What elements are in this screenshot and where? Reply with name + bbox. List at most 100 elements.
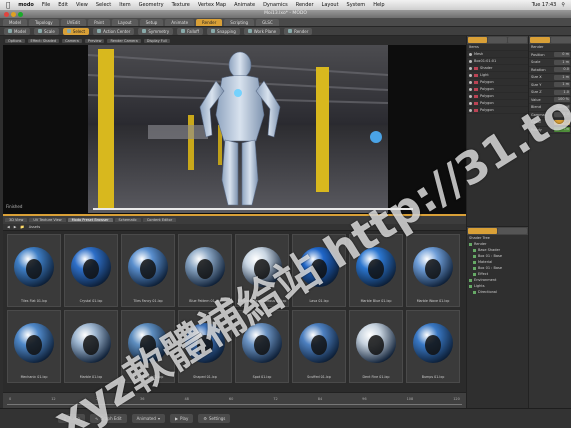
list-item[interactable]: Light [467,72,528,79]
list-item[interactable]: Polygon [467,107,528,114]
preset-tile[interactable]: Crystal 01.lxp [64,234,118,307]
menu-layout[interactable]: Layout [322,2,339,8]
property-field[interactable]: 0 m [554,52,570,58]
layout-tab-topology[interactable]: Topology [29,18,59,26]
preset-tile[interactable]: Tiles Flat 01.lxp [7,234,61,307]
shader-tree-tab[interactable] [468,228,497,234]
property-field[interactable]: 1 m [554,59,570,65]
property-dropdown[interactable]: Normal [554,104,570,110]
timeline[interactable]: 0 12 24 36 48 60 72 84 96 108 120 [3,392,466,408]
zoom-icon[interactable] [18,11,23,17]
menu-animate[interactable]: Animate [234,2,255,8]
toolbar-symmetry-button[interactable]: Symmetry [138,27,174,35]
eye-icon[interactable] [469,101,472,105]
menu-help[interactable]: Help [373,2,384,8]
toolbar-falloff-button[interactable]: Falloff [177,27,203,35]
tab-uv-texture-view[interactable]: UV Texture View [29,218,66,222]
visibility-icon[interactable] [473,248,476,252]
list-item[interactable]: Shader [467,65,528,72]
eye-icon[interactable] [469,108,472,112]
preset-tile[interactable]: Bumps 01.lxp [406,310,460,383]
visibility-icon[interactable] [473,290,476,294]
forward-icon[interactable]: ▶ [14,225,17,229]
layout-tab-setup[interactable]: Setup [139,18,164,26]
preset-tile[interactable]: Scuffed 01.lxp [292,310,346,383]
visibility-icon[interactable] [473,260,476,264]
preset-tile[interactable]: Shaped 01.lxp [178,310,232,383]
layout-tab-animate[interactable]: Animate [165,18,195,26]
viewport-preview-button[interactable]: Preview [84,38,105,43]
groups-tab[interactable] [488,37,507,43]
back-icon[interactable]: ◀ [7,225,10,229]
list-item[interactable]: Polygon [467,93,528,100]
visibility-icon[interactable] [473,272,476,276]
render-viewport[interactable]: Options Effect: Shaded Camera Preview Re… [3,36,466,216]
preset-tile[interactable]: Mechanic 01.lxp [7,310,61,383]
preset-tile[interactable]: Blue Pattern 01.lxp [178,234,232,307]
menu-select[interactable]: Select [96,2,111,8]
eye-icon[interactable] [469,87,472,91]
menu-dynamics[interactable]: Dynamics [263,2,288,8]
timeline-track[interactable] [7,404,462,405]
minimize-icon[interactable] [11,11,16,17]
play-button[interactable]: ▶ Play [169,414,194,423]
eye-icon[interactable] [469,94,472,98]
settings-button[interactable]: ⚙ Settings [198,414,231,423]
layout-tab-render[interactable]: Render [196,18,223,26]
preset-tile[interactable]: Marble Heterogeneous 01.lxp [235,234,289,307]
property-field[interactable]: 0.0 [554,67,570,73]
property-field[interactable]: 1.0 [554,112,570,118]
viewport-display-full[interactable]: Display Full [143,38,170,43]
layout-tab-scripting[interactable]: Scripting [224,18,255,26]
toolbar-snapping-button[interactable]: Snapping [206,27,240,35]
visibility-icon[interactable] [473,266,476,270]
layout-tab-glsc[interactable]: GLSC [256,18,279,26]
menu-edit[interactable]: Edit [58,2,68,8]
viewport-camera-button[interactable]: Camera [62,38,82,43]
browser-path[interactable]: Assets [29,225,40,229]
list-item[interactable]: Box01:01:01 [467,58,528,65]
preset-tile[interactable]: Tiles Fancy 01.lxp [121,234,175,307]
preset-tile[interactable]: Spot 01.lxp [235,310,289,383]
viewport-render-camera[interactable]: Render Camera [107,38,141,43]
viewport-effect-dropdown[interactable]: Effect: Shaded [27,38,60,43]
layout-tab-model[interactable]: Model [3,18,28,26]
preset-tile[interactable]: Marble 01.lxp [64,310,118,383]
layout-tab-layout[interactable]: Layout [112,18,138,26]
menu-item[interactable]: Item [119,2,130,8]
channels-tab[interactable] [551,37,571,43]
preset-tile[interactable]: Rusty Metal 01.lxp [121,310,175,383]
eye-icon[interactable] [469,52,472,56]
tab-preset-browser[interactable]: Modo Preset Browser [67,218,113,222]
list-item[interactable]: Polygon [467,86,528,93]
preset-tile[interactable]: Dent Fine 01.lxp [349,310,403,383]
layout-tab-paint[interactable]: Paint [88,18,111,26]
toolbar-scale-button[interactable]: Scale [34,27,59,35]
eye-icon[interactable] [469,80,472,84]
eye-icon[interactable] [469,59,472,63]
toolbar-model-button[interactable]: Model [4,27,31,35]
app-menu[interactable]: modo [18,2,34,8]
audio-button[interactable]: ♫ Audio [58,414,85,423]
eye-icon[interactable] [469,73,472,77]
list-item[interactable]: Polygon [467,79,528,86]
shader-tree-item[interactable]: Directional [467,289,528,295]
tab-3d-view[interactable]: 3D View [5,218,28,222]
preset-tile[interactable]: Marble Blue 01.lxp [349,234,403,307]
menu-texture[interactable]: Texture [172,2,190,8]
tab-content-editor[interactable]: Content Editor [142,218,177,222]
property-field[interactable]: 1.0 [554,89,570,95]
close-icon[interactable] [4,11,9,17]
visibility-icon[interactable] [469,284,472,288]
menu-system[interactable]: System [347,2,366,8]
preset-tile[interactable]: Marble Wave 01.lxp [406,234,460,307]
layout-tab-uvedit[interactable]: UVEdit [60,18,87,26]
menu-file[interactable]: File [42,2,50,8]
menu-vertex-map[interactable]: Vertex Map [198,2,226,8]
visibility-icon[interactable] [469,242,472,246]
property-field[interactable]: 100 % [554,97,570,103]
graph-edit-button[interactable]: ∿ Graph Edit [89,414,127,423]
channels-tab[interactable] [508,37,527,43]
property-toggle[interactable]: On [554,127,570,133]
tab-schematic[interactable]: Schematic [114,218,141,222]
